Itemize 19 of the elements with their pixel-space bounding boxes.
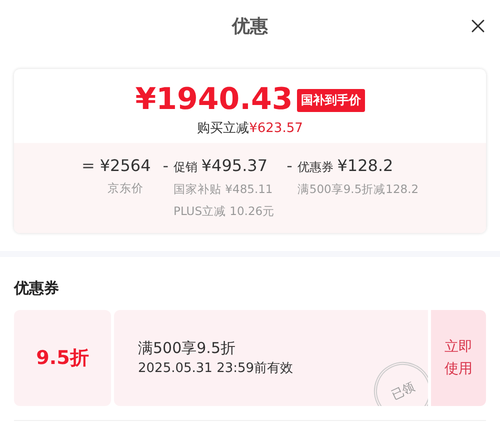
operator-sign: =: [81, 155, 95, 177]
breakdown-note: 满500享9.5折减128.2: [297, 181, 419, 198]
price-badge: 国补到手价: [296, 88, 365, 112]
section-heading: 优惠券: [12, 278, 60, 299]
breakdown-note: 国家补贴 ¥485.11: [174, 181, 273, 198]
operator-sign: -: [162, 155, 169, 177]
savings-text: 购买立减¥623.57: [197, 120, 303, 137]
operator-sign: -: [286, 155, 292, 177]
coupon-discount: 9.5折: [36, 346, 89, 371]
breakdown-note: 京东价: [107, 180, 144, 197]
use-now-button[interactable]: 立即使用: [431, 310, 486, 406]
dialog-title: 优惠: [232, 15, 268, 38]
coupon-validity: 2025.05.31 23:59前有效: [138, 360, 294, 378]
breakdown-amount: 优惠券 ¥128.2: [297, 155, 394, 177]
final-price: ¥1940.43: [135, 83, 293, 117]
breakdown-amount: ¥2564: [100, 155, 151, 177]
breakdown-amount: 促销 ¥495.37: [174, 155, 268, 177]
breakdown-note: PLUS立减 10.26元: [174, 203, 275, 220]
coupon-condition: 满500享9.5折: [138, 338, 236, 359]
